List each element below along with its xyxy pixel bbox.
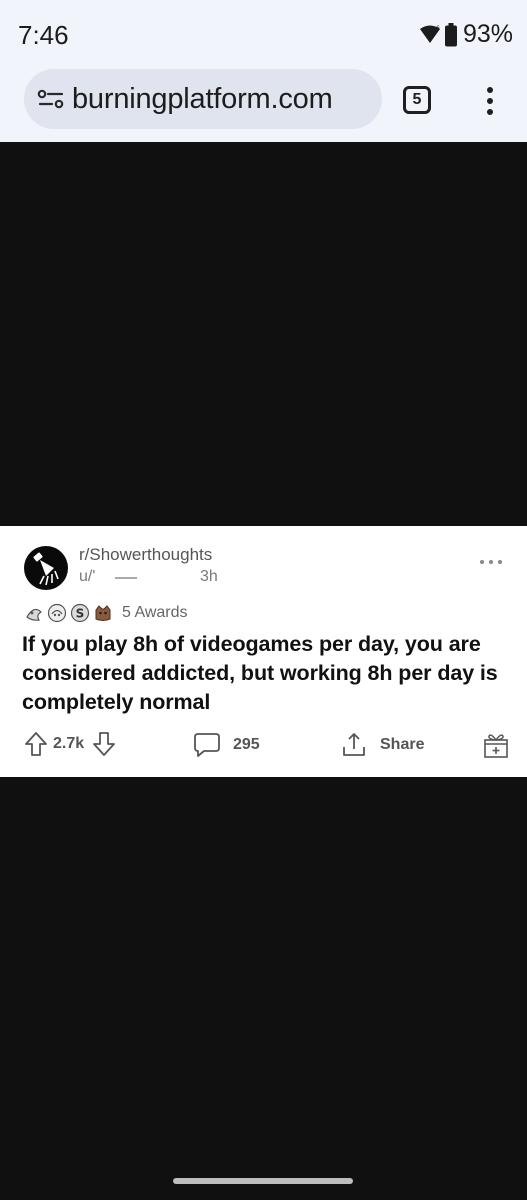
tab-count: 5 (412, 91, 422, 108)
comment-count: 295 (233, 736, 260, 753)
award-icon: S (70, 603, 90, 623)
url-text[interactable]: burningplatform.com (72, 83, 333, 116)
comment-icon (194, 733, 220, 757)
post-actions: 2.7k 295 Share (0, 731, 527, 767)
post-card: r/Showerthoughts u/' 3h S 5 Awards If yo… (0, 526, 527, 777)
svg-text:6: 6 (436, 25, 440, 32)
status-bar: 7:46 6 93% (0, 0, 527, 66)
more-dot (480, 560, 484, 564)
comments-button[interactable]: 295 (193, 731, 260, 759)
award-icon (47, 603, 67, 623)
post-title[interactable]: If you play 8h of videogames per day, yo… (22, 630, 512, 717)
vote-group: 2.7k (24, 731, 116, 757)
more-dot (489, 560, 493, 564)
menu-dot (487, 98, 493, 104)
awards-row: S 5 Awards (24, 602, 188, 624)
gift-button[interactable] (483, 731, 509, 759)
status-time: 7:46 (18, 20, 69, 50)
browser-toolbar: burningplatform.com 5 (0, 66, 527, 142)
more-vert-icon[interactable] (478, 84, 502, 118)
wifi-icon: 6 (419, 25, 440, 43)
more-dot (498, 560, 502, 564)
status-icons: 6 93% (419, 20, 513, 49)
gesture-nav-handle[interactable] (173, 1178, 353, 1184)
post-more-icon[interactable] (480, 560, 502, 566)
share-icon (343, 733, 365, 756)
menu-dot (487, 87, 493, 93)
post-time: 3h (200, 568, 218, 585)
award-icon (26, 608, 42, 621)
subreddit-avatar-icon (24, 546, 68, 590)
upvote-icon[interactable] (24, 731, 48, 757)
share-button[interactable]: Share (341, 731, 424, 759)
post-author[interactable]: u/' (79, 568, 95, 586)
battery-icon (444, 22, 457, 46)
subreddit-name[interactable]: r/Showerthoughts (79, 545, 212, 565)
downvote-icon[interactable] (92, 731, 116, 757)
awards-count: 5 Awards (122, 604, 188, 621)
site-info-icon[interactable] (36, 87, 66, 111)
redacted-username (115, 577, 137, 579)
tabs-button[interactable]: 5 (403, 86, 431, 114)
battery-level: 93% (462, 20, 513, 48)
svg-text:S: S (76, 607, 85, 621)
share-label: Share (380, 736, 425, 753)
gift-icon (484, 734, 508, 758)
upvote-count: 2.7k (53, 735, 85, 752)
address-bar[interactable]: burningplatform.com (24, 69, 382, 129)
menu-dot (487, 109, 493, 115)
award-icon (95, 605, 111, 621)
